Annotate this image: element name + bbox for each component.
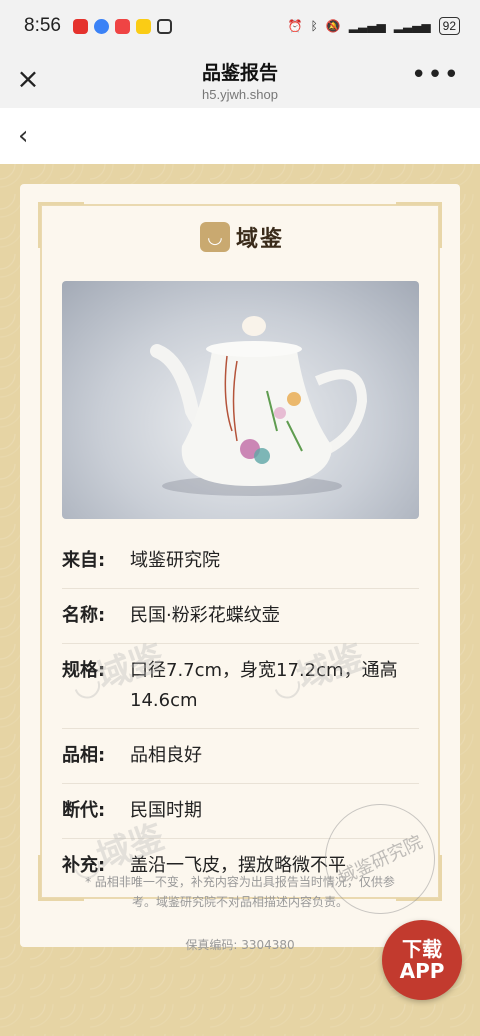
disclaimer-note: * 品相非唯一不变，补充内容为出具报告当时情况，仅供参考。域鉴研究院不对品相描述… [85, 875, 395, 909]
detail-row-condition: 品相: 品相良好 [62, 729, 419, 784]
back-bar: ‹ [0, 108, 480, 164]
detail-label: 规格: [62, 660, 106, 681]
page-domain: h5.yjwh.shop [202, 87, 278, 102]
battery-indicator: 92 [438, 17, 460, 35]
download-label: 下载 [402, 937, 442, 961]
bluetooth-icon: ᛒ [310, 19, 318, 33]
status-indicators: ⏰ ᛒ 🔕 ▂▃▄▅ ▂▃▄▅ 92 [288, 17, 460, 35]
detail-label: 品相: [62, 745, 106, 766]
detail-row-name: 名称: 民国·粉彩花蝶纹壶 [62, 589, 419, 644]
code-value: 3304380 [241, 938, 295, 952]
detail-value: 域鉴研究院 [130, 550, 220, 571]
detail-value: 民国·粉彩花蝶纹壶 [130, 605, 280, 626]
app-notification-icon [114, 18, 130, 34]
download-app-button[interactable]: 下载 APP [382, 920, 462, 1000]
report-frame: ◡ 域鉴 来自: 域鉴研究院 名称: 民国·粉彩花蝶纹壶 规格: 口径7.7cm… [0, 164, 480, 1036]
close-icon[interactable]: × [14, 65, 42, 94]
detail-value: 品相良好 [130, 745, 202, 766]
app-notification-icon [93, 18, 109, 34]
corner-ornament [38, 202, 84, 248]
teapot-photo[interactable] [62, 281, 419, 519]
signal-icon: ▂▃▄▅ [348, 19, 386, 33]
more-icon[interactable]: ••• [411, 62, 460, 88]
teapot-image [150, 316, 368, 496]
code-label: 保真编码: [185, 938, 238, 952]
detail-label: 断代: [62, 800, 106, 821]
back-arrow-icon[interactable]: ‹ [18, 121, 42, 151]
brand-logo: ◡ 域鉴 [200, 221, 284, 253]
page-title: 品鉴报告 [201, 62, 278, 84]
status-time: 8:56 [24, 15, 61, 36]
logo-mark-icon: ◡ [200, 222, 230, 252]
detail-label: 名称: [62, 605, 106, 626]
app-notification-icon [135, 18, 151, 34]
page-title-block: 品鉴报告 h5.yjwh.shop [202, 58, 278, 102]
detail-value: 口径7.7cm，身宽17.2cm，通高14.6cm [130, 660, 398, 711]
detail-row-source: 来自: 域鉴研究院 [62, 534, 419, 589]
corner-ornament [396, 202, 442, 248]
app-notification-icon [72, 18, 88, 34]
download-app-label: APP [399, 959, 445, 983]
mute-icon: 🔕 [325, 19, 341, 33]
status-bar: 8:56 ⏰ ᛒ 🔕 ▂▃▄▅ ▂▃▄▅ 92 [0, 0, 480, 52]
status-app-icons [72, 18, 172, 34]
logo-text: 域鉴 [236, 227, 285, 252]
detail-label: 来自: [62, 550, 106, 571]
title-bar: × 品鉴报告 h5.yjwh.shop ••• [0, 52, 480, 108]
signal-icon: ▂▃▄▅ [393, 19, 431, 33]
nfc-icon [156, 18, 172, 34]
report-card: ◡ 域鉴 来自: 域鉴研究院 名称: 民国·粉彩花蝶纹壶 规格: 口径7.7cm… [20, 184, 460, 952]
alarm-icon: ⏰ [287, 19, 303, 33]
detail-row-spec: 规格: 口径7.7cm，身宽17.2cm，通高14.6cm [62, 644, 419, 729]
